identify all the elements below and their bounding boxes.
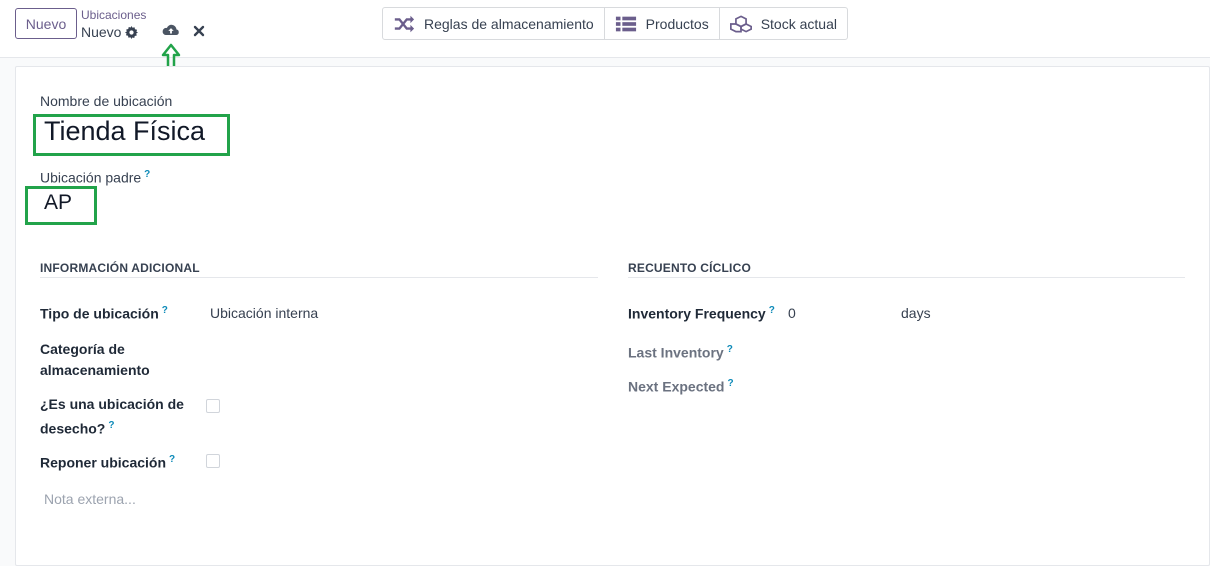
breadcrumb-parent-link[interactable]: Ubicaciones — [81, 8, 146, 22]
inventory-frequency-input[interactable]: 0 — [788, 305, 796, 321]
parent-location-label-text: Ubicación padre — [40, 169, 142, 186]
location-type-select[interactable]: Ubicación interna — [210, 305, 318, 321]
inventory-frequency-label-text: Inventory Frequency — [628, 305, 766, 322]
replenish-location-checkbox[interactable] — [206, 454, 220, 468]
products-button[interactable]: Productos — [603, 8, 719, 39]
inventory-frequency-unit: days — [901, 305, 931, 321]
location-type-label-text: Tipo de ubicación — [40, 305, 159, 322]
last-inventory-label-text: Last Inventory — [628, 344, 724, 361]
section-divider — [40, 277, 598, 278]
cloud-upload-icon[interactable] — [162, 23, 180, 39]
breadcrumb-current-label: Nuevo — [81, 24, 122, 40]
replenish-location-label: Reponer ubicación? — [40, 449, 175, 474]
inventory-frequency-label: Inventory Frequency? — [628, 300, 775, 325]
scrap-location-label: ¿Es una ubicación de desecho?? — [40, 394, 210, 440]
help-icon[interactable]: ? — [162, 305, 168, 316]
last-inventory-label: Last Inventory? — [628, 339, 733, 364]
storage-category-label: Categoría de almacenamiento — [40, 341, 150, 378]
help-icon[interactable]: ? — [169, 454, 175, 465]
cubes-icon — [729, 14, 752, 33]
next-expected-label: Next Expected? — [628, 373, 734, 398]
putaway-rules-button[interactable]: Reglas de almacenamiento — [383, 8, 604, 39]
help-icon[interactable]: ? — [144, 169, 150, 180]
current-stock-button[interactable]: Stock actual — [718, 8, 847, 39]
scrap-location-label-line2: desecho? — [40, 420, 106, 437]
scrap-location-checkbox[interactable] — [206, 399, 220, 413]
products-label: Productos — [645, 15, 709, 32]
cyclic-count-title: RECUENTO CÍCLICO — [628, 261, 751, 275]
new-button[interactable]: Nuevo — [15, 8, 77, 39]
gear-icon[interactable] — [125, 25, 139, 39]
section-divider — [628, 277, 1185, 278]
help-icon[interactable]: ? — [769, 305, 775, 316]
smart-buttons: Reglas de almacenamiento Productos Stock… — [382, 7, 848, 40]
help-icon[interactable]: ? — [108, 420, 114, 431]
shuffle-icon — [394, 15, 415, 32]
list-icon — [615, 16, 636, 31]
location-name-input[interactable]: Tienda Física — [44, 116, 205, 147]
breadcrumb-current: Nuevo — [81, 24, 139, 40]
additional-info-title: INFORMACIÓN ADICIONAL — [40, 261, 200, 275]
replenish-location-label-text: Reponer ubicación — [40, 454, 167, 471]
help-icon[interactable]: ? — [727, 344, 733, 355]
close-icon[interactable] — [193, 25, 205, 37]
location-name-label: Nombre de ubicación — [40, 93, 173, 109]
scrap-location-label-line1: ¿Es una ubicación de — [40, 396, 184, 412]
current-stock-label: Stock actual — [760, 15, 837, 32]
putaway-rules-label: Reglas de almacenamiento — [424, 15, 594, 32]
parent-location-input[interactable]: AP — [44, 191, 72, 215]
help-icon[interactable]: ? — [727, 378, 733, 389]
location-type-label: Tipo de ubicación? — [40, 300, 168, 325]
parent-location-label: Ubicación padre? — [40, 169, 150, 186]
next-expected-label-text: Next Expected — [628, 378, 725, 395]
external-note-input[interactable]: Nota externa... — [44, 491, 136, 507]
